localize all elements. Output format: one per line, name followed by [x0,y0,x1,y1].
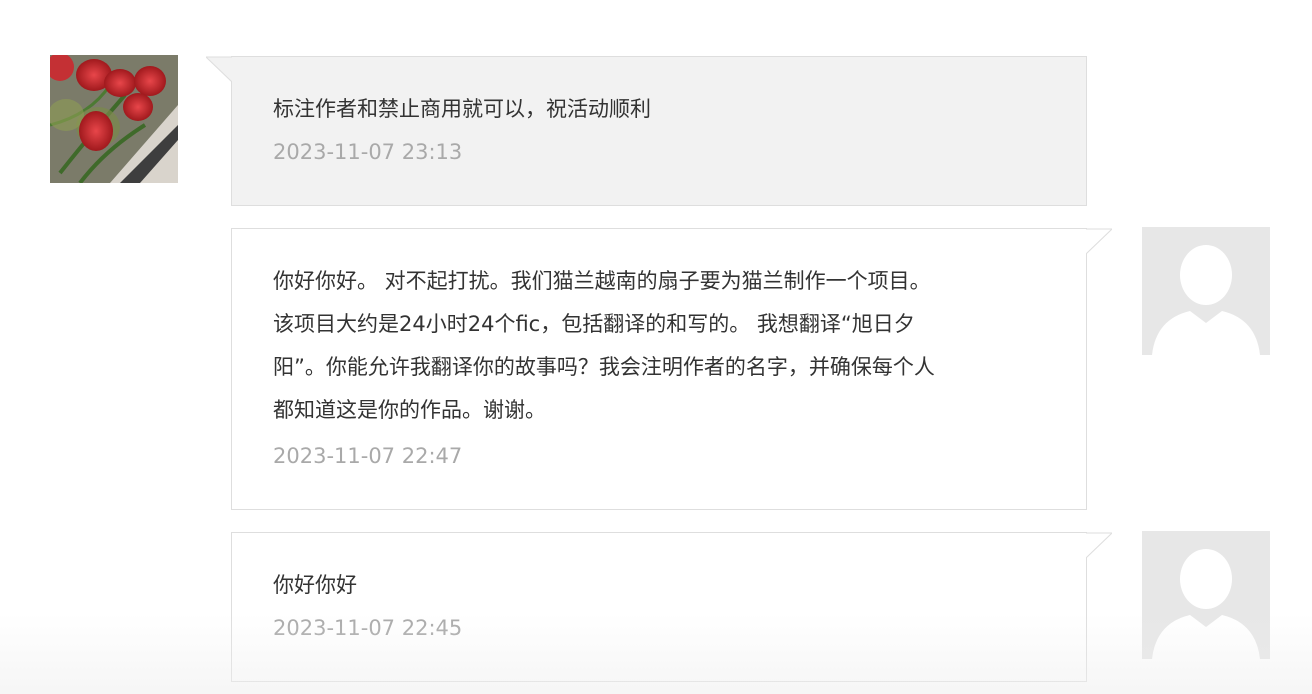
message-bubble-received: 标注作者和禁止商用就可以，祝活动顺利 2023-11-07 23:13 [206,56,1087,206]
message-timestamp: 2023-11-07 22:45 [273,616,463,640]
sender-avatar-rose[interactable] [50,55,178,183]
bubble-tail [1086,228,1112,254]
message-timestamp: 2023-11-07 23:13 [273,140,463,164]
message-bubble-sent: 你好你好 2023-11-07 22:45 [231,532,1112,682]
message-text: 标注作者和禁止商用就可以，祝活动顺利 [273,97,651,121]
user-avatar-placeholder[interactable] [1142,531,1270,659]
message-text: 你好你好。 对不起打扰。我们猫兰越南的扇子要为猫兰制作一个项目。 该项目大约是2… [273,269,935,422]
default-user-icon [1142,531,1270,659]
message-text: 你好你好 [273,573,357,597]
message-thread: 标注作者和禁止商用就可以，祝活动顺利 2023-11-07 23:13 你好你好… [0,0,1312,694]
user-avatar-placeholder[interactable] [1142,227,1270,355]
default-user-icon [1142,227,1270,355]
message-timestamp: 2023-11-07 22:47 [273,444,463,468]
rose-photo-icon [50,55,178,183]
bubble-tail [206,56,232,82]
message-bubble-sent: 你好你好。 对不起打扰。我们猫兰越南的扇子要为猫兰制作一个项目。 该项目大约是2… [231,228,1112,510]
bubble-tail [1086,532,1112,558]
